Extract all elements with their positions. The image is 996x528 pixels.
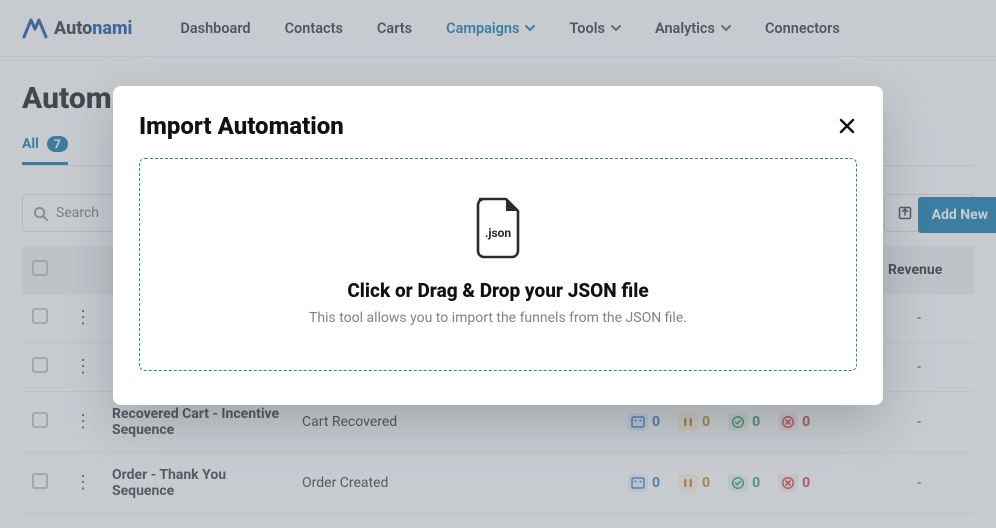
svg-text:.json: .json bbox=[485, 226, 512, 240]
modal-title: Import Automation bbox=[139, 112, 344, 140]
file-json-icon: .json bbox=[472, 195, 524, 259]
modal-header: Import Automation bbox=[139, 112, 857, 140]
dropzone-title: Click or Drag & Drop your JSON file bbox=[160, 279, 836, 302]
import-automation-modal: Import Automation .json Click or Drag & … bbox=[113, 86, 883, 405]
dropzone-subtitle: This tool allows you to import the funne… bbox=[160, 310, 836, 326]
close-icon[interactable] bbox=[837, 116, 857, 136]
json-dropzone[interactable]: .json Click or Drag & Drop your JSON fil… bbox=[139, 158, 857, 371]
